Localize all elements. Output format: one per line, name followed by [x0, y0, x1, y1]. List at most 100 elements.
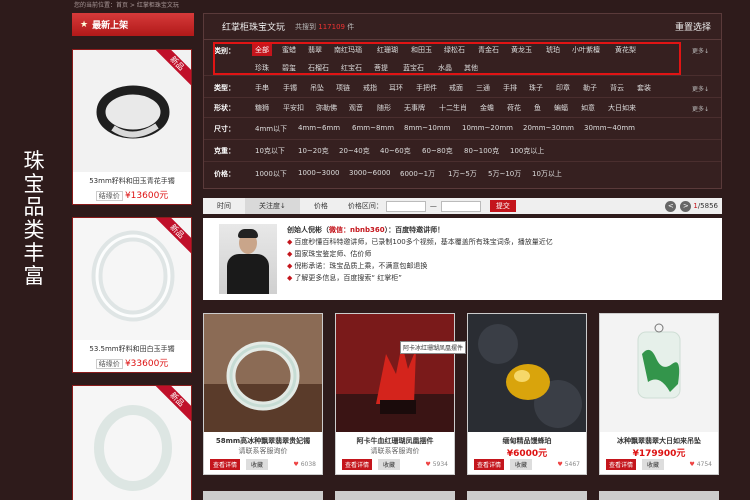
view-details-button[interactable]: 查看详情 — [210, 459, 241, 470]
product-image[interactable] — [336, 314, 454, 432]
price-max-input[interactable] — [440, 200, 481, 212]
favorite-button[interactable]: 收藏 — [510, 459, 533, 470]
filter-option[interactable]: 耳环 — [389, 83, 403, 93]
filter-option[interactable]: 随形 — [377, 103, 391, 113]
favorite-button[interactable]: 收藏 — [378, 459, 401, 470]
filter-option[interactable]: 手镯 — [283, 83, 297, 93]
filter-option[interactable]: 80~100克 — [464, 146, 499, 156]
filter-option[interactable]: 如意 — [581, 103, 595, 113]
view-details-button[interactable]: 查看详情 — [474, 459, 505, 470]
reset-filters-button[interactable]: 重置选择 — [675, 20, 711, 33]
product-image[interactable]: 新品 — [73, 386, 191, 500]
filter-option[interactable]: 鱼 — [534, 103, 541, 113]
favorite-button[interactable]: 收藏 — [642, 459, 665, 470]
filter-option[interactable]: 珠子 — [529, 83, 543, 93]
filter-option[interactable]: 5万~10万 — [488, 169, 521, 179]
price-min-input[interactable] — [385, 200, 426, 212]
next-row-card[interactable] — [467, 491, 587, 500]
filter-header: 红掌柜珠宝文玩 共搜到 117109 件 重置选择 — [204, 14, 721, 40]
page-indicator: 1/5856 — [693, 202, 718, 210]
more-options-button[interactable]: 更多↓ — [692, 46, 709, 55]
filter-option[interactable]: 6000~1万 — [400, 169, 435, 179]
favorite-button[interactable]: 收藏 — [246, 459, 269, 470]
product-name[interactable]: 53.5mm籽料和田白玉手镯 — [73, 340, 191, 354]
next-row-card[interactable] — [599, 491, 719, 500]
filter-option[interactable]: 4mm~6mm — [298, 124, 340, 132]
view-details-button[interactable]: 查看详情 — [606, 459, 637, 470]
filter-option[interactable]: 戒面 — [449, 83, 463, 93]
view-details-button[interactable]: 查看详情 — [342, 459, 373, 470]
sort-by-time[interactable]: 时间 — [203, 198, 245, 214]
filter-option[interactable]: 蝙蝠 — [554, 103, 568, 113]
filter-option[interactable]: 荷花 — [507, 103, 521, 113]
promo-headline: 创始人倪彬（微信：nbnb360）：百度特邀讲师！ — [287, 226, 445, 234]
filter-option[interactable]: 10~20克 — [298, 146, 329, 156]
filter-option[interactable]: 吊坠 — [310, 83, 324, 93]
filter-option[interactable]: 项链 — [336, 83, 350, 93]
product-name[interactable]: 冰种飘翠翡翠大日如来吊坠 — [600, 436, 718, 446]
product-name[interactable]: 缅甸精品馒蜂珀 — [468, 436, 586, 446]
filter-option[interactable]: 十二生肖 — [439, 103, 467, 113]
next-row-card[interactable] — [335, 491, 455, 500]
submit-button[interactable]: 提交 — [489, 200, 516, 212]
filter-option[interactable]: 10万以上 — [532, 169, 562, 179]
filter-option[interactable]: 观音 — [349, 103, 363, 113]
filter-option[interactable]: 6mm~8mm — [352, 124, 394, 132]
filter-option[interactable]: 20~40克 — [339, 146, 370, 156]
filter-option[interactable]: 4mm以下 — [255, 124, 287, 134]
filter-option[interactable]: 手把件 — [416, 83, 437, 93]
filter-option[interactable]: 3000~6000 — [349, 169, 391, 177]
store-title: 红掌柜珠宝文玩 — [222, 23, 286, 33]
filter-option[interactable]: 无事牌 — [404, 103, 425, 113]
product-name[interactable]: 58mm高冰种飘翠翡翠贵妃镯 — [204, 436, 322, 446]
next-row-card[interactable] — [203, 491, 323, 500]
filter-option[interactable]: 糖狮 — [255, 103, 269, 113]
product-card[interactable]: 阿卡牛血红珊瑚凤凰摆件 请联系客服询价 查看详情 收藏 ♥ 5934 — [335, 313, 455, 475]
new-arrival-card[interactable]: 新品 — [72, 385, 192, 500]
new-arrival-card[interactable]: 新品 53mm籽料和田玉青花手镯 结缘价 ¥13600元 — [72, 49, 192, 205]
filter-option[interactable]: 40~60克 — [380, 146, 411, 156]
filter-option[interactable]: 金蟾 — [480, 103, 494, 113]
filter-option[interactable]: 20mm~30mm — [523, 124, 574, 132]
filter-option[interactable]: 勒子 — [583, 83, 597, 93]
chevron-left-icon[interactable]: < — [665, 200, 677, 212]
filter-option[interactable]: 印章 — [556, 83, 570, 93]
filter-option[interactable]: 1000~3000 — [298, 169, 340, 177]
new-arrivals-header: ★ 最新上架 — [72, 13, 194, 36]
filter-option[interactable]: 弥勒佛 — [316, 103, 337, 113]
filter-option[interactable]: 手排 — [503, 83, 517, 93]
product-card[interactable]: 58mm高冰种飘翠翡翠贵妃镯 请联系客服询价 查看详情 收藏 ♥ 6038 — [203, 313, 323, 475]
filter-option[interactable]: 60~80克 — [422, 146, 453, 156]
product-image[interactable]: 新品 — [73, 218, 191, 340]
sort-by-popularity[interactable]: 关注度↓ — [245, 198, 300, 214]
new-arrival-card[interactable]: 新品 53.5mm籽料和田白玉手镯 结缘价 ¥33600元 — [72, 217, 192, 373]
filter-option[interactable]: 平安扣 — [283, 103, 304, 113]
filter-option[interactable]: 套装 — [637, 83, 651, 93]
filter-option[interactable]: 100克以上 — [510, 146, 544, 156]
product-name[interactable]: 53mm籽料和田玉青花手镯 — [73, 172, 191, 186]
filter-option[interactable]: 大日如来 — [608, 103, 636, 113]
filter-option[interactable]: 戒指 — [363, 83, 377, 93]
filter-option[interactable]: 1000以下 — [255, 169, 287, 179]
filter-option[interactable]: 手串 — [255, 83, 269, 93]
price-inquiry: 请联系客服询价 — [370, 447, 420, 455]
product-card[interactable]: 冰种飘翠翡翠大日如来吊坠 ¥179900元 查看详情 收藏 ♥ 4754 — [599, 313, 719, 475]
filter-option[interactable]: 10mm~20mm — [462, 124, 513, 132]
filter-option[interactable]: 30mm~40mm — [584, 124, 635, 132]
filter-option[interactable]: 8mm~10mm — [404, 124, 451, 132]
sort-by-price[interactable]: 价格 — [300, 198, 342, 214]
product-image[interactable] — [600, 314, 718, 432]
product-image[interactable] — [468, 314, 586, 432]
filter-option[interactable]: 三通 — [476, 83, 490, 93]
more-options-button[interactable]: 更多↓ — [692, 104, 709, 113]
chevron-right-icon[interactable]: > — [680, 200, 692, 212]
product-image[interactable] — [204, 314, 322, 432]
filter-option[interactable]: 背云 — [610, 83, 624, 93]
product-price: 结缘价 ¥13600元 — [73, 186, 191, 204]
product-image[interactable]: 新品 — [73, 50, 191, 172]
filter-option[interactable]: 10克以下 — [255, 146, 285, 156]
filter-option[interactable]: 1万~5万 — [448, 169, 477, 179]
product-name[interactable]: 阿卡牛血红珊瑚凤凰摆件 — [336, 436, 454, 446]
more-options-button[interactable]: 更多↓ — [692, 84, 709, 93]
product-card[interactable]: 缅甸精品馒蜂珀 ¥6000元 查看详情 收藏 ♥ 5467 — [467, 313, 587, 475]
